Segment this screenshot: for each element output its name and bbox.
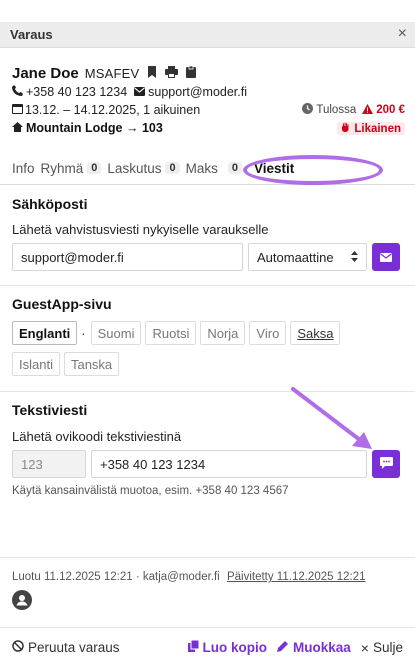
envelope-icon [134, 85, 146, 99]
sms-section-title: Tekstiviesti [12, 402, 88, 418]
language-chip-norja[interactable]: Norja [200, 321, 246, 345]
clock-icon [302, 103, 314, 117]
divider [0, 285, 415, 286]
language-chip-englanti[interactable]: Englanti [12, 321, 78, 345]
warning-icon [362, 103, 374, 117]
close-icon[interactable]: × [398, 25, 407, 43]
clipboard-icon[interactable] [186, 65, 197, 81]
created-info: Luotu 11.12.2025 12:21 · katja@moder.fi [12, 571, 220, 583]
status-badge: Tulossa [316, 104, 357, 116]
sms-format-hint: Käytä kansainvälistä muotoa, esim. +358 … [12, 485, 289, 497]
divider [0, 391, 415, 392]
divider [0, 557, 415, 558]
language-chip-suomi[interactable]: Suomi [90, 321, 142, 345]
copy-icon [187, 639, 199, 655]
language-chip-tanska[interactable]: Tanska [63, 352, 120, 376]
close-icon: × [360, 639, 369, 656]
avatar [12, 590, 32, 610]
guestapp-section: GuestApp-sivu [12, 296, 405, 312]
sms-phone-input[interactable]: +358 40 123 1234 [91, 450, 367, 478]
ban-icon [12, 640, 24, 655]
tab-ryhma[interactable]: Ryhmä 0 [41, 161, 102, 176]
reservation-code: MSAFEV [84, 65, 140, 81]
home-icon [12, 121, 23, 135]
email-recipient-input[interactable]: support@moder.fi [12, 243, 243, 271]
close-button[interactable]: × Sulje [361, 640, 403, 656]
stay-dates: 13.12. – 14.12.2025, 1 aikuinen [25, 103, 201, 117]
print-icon[interactable] [165, 65, 179, 81]
guest-email: support@moder.fi [148, 85, 248, 99]
user-icon [16, 595, 28, 606]
language-chip-viro[interactable]: Viro [249, 321, 287, 345]
guest-name: Jane Doe [12, 64, 79, 82]
dialog-header: Varaus × [0, 22, 415, 48]
language-chip-islanti[interactable]: Islanti [12, 352, 60, 376]
hand-icon [341, 122, 354, 135]
balance-amount: 200 € [376, 104, 405, 116]
room-assignment: Mountain Lodge → 103 [26, 121, 163, 135]
door-code-input[interactable]: 123 [12, 450, 86, 478]
guest-info: Jane Doe MSAFEV +358 40 123 1234 support… [12, 63, 405, 137]
email-section: Sähköposti Lähetä vahvistusviesti nykyis… [12, 196, 405, 237]
pencil-icon [277, 640, 289, 655]
top-spacer [0, 0, 415, 22]
sms-section-subtitle: Lähetä ovikoodi tekstiviestinä [12, 429, 182, 444]
guestapp-section-title: GuestApp-sivu [12, 296, 112, 312]
cleaning-status-badge: Likainen [337, 121, 405, 135]
email-section-title: Sähköposti [12, 196, 88, 212]
email-section-subtitle: Lähetä vahvistusviesti nykyiselle varauk… [12, 222, 269, 237]
updated-link[interactable]: Päivitetty 11.12.2025 12:21 [227, 571, 366, 583]
tab-info[interactable]: Info [12, 161, 35, 176]
send-email-button[interactable] [372, 243, 400, 271]
select-arrows-icon [351, 250, 358, 265]
dialog-title: Varaus [10, 27, 53, 42]
send-sms-button[interactable] [372, 450, 400, 478]
tab-maksut[interactable]: Maks 0 [186, 161, 242, 176]
action-bar: Peruuta varaus Luo kopio Muokkaa × Sulje [0, 628, 415, 667]
tab-laskutus[interactable]: Laskutus 0 [107, 161, 180, 176]
guest-phone: +358 40 123 1234 [26, 85, 128, 99]
sms-section: Tekstiviesti Lähetä ovikoodi tekstiviest… [12, 402, 405, 444]
language-chip-ruotsi[interactable]: Ruotsi [145, 321, 197, 345]
cancel-reservation-button[interactable]: Peruuta varaus [12, 640, 120, 655]
chat-bubble-icon [379, 456, 393, 472]
language-list: Englanti · Suomi Ruotsi Norja Viro Saksa… [12, 321, 407, 376]
bookmark-icon[interactable] [147, 65, 157, 81]
annotation-highlight-ring [243, 155, 383, 185]
phone-icon [12, 85, 23, 99]
language-chip-saksa[interactable]: Saksa [290, 321, 341, 345]
envelope-icon [380, 250, 392, 265]
audit-info: Luotu 11.12.2025 12:21 · katja@moder.fi … [12, 571, 365, 583]
create-copy-button[interactable]: Luo kopio [187, 639, 267, 655]
template-select[interactable]: Automaattine [248, 243, 367, 271]
edit-button[interactable]: Muokkaa [277, 640, 351, 655]
calendar-icon [12, 103, 23, 117]
